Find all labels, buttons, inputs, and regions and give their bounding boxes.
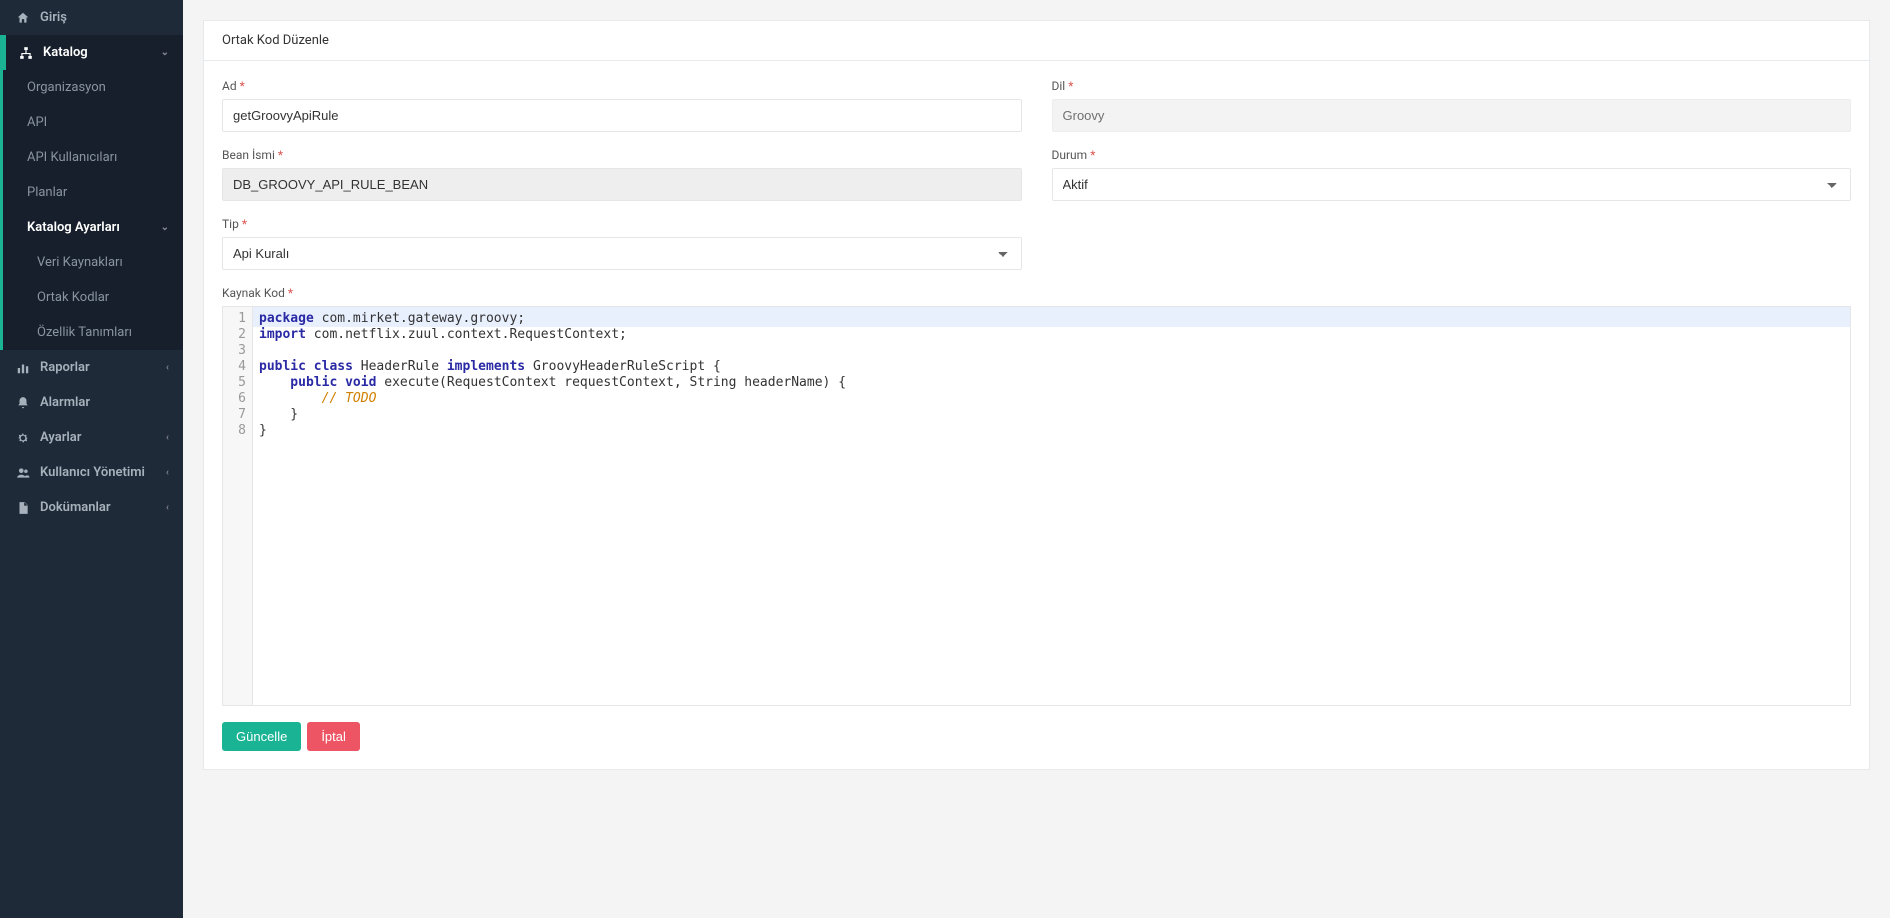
panel-title: Ortak Kod Düzenle [204, 21, 1869, 61]
sidebar-item-plans[interactable]: Planlar [3, 175, 183, 210]
nav-home-label: Giriş [40, 10, 67, 25]
lang-label: Dil * [1052, 79, 1852, 93]
lang-select: Groovy [1052, 99, 1852, 132]
edit-panel: Ortak Kod Düzenle Ad * Bean İsmi * [203, 20, 1870, 770]
type-label: Tip * [222, 217, 1022, 231]
chevron-down-icon: ⌄ [161, 47, 169, 58]
status-label: Durum * [1052, 148, 1852, 162]
nav-settings-label: Ayarlar [40, 430, 81, 445]
chevron-left-icon: ‹ [166, 362, 169, 373]
name-label: Ad * [222, 79, 1022, 93]
nav-katalog-label: Katalog [43, 45, 88, 60]
home-icon [14, 11, 32, 25]
nav-user-management[interactable]: Kullanıcı Yönetimi ‹ [0, 455, 183, 490]
main-content: Ortak Kod Düzenle Ad * Bean İsmi * [183, 0, 1890, 918]
file-icon [14, 501, 32, 515]
nav-alarms[interactable]: Alarmlar [0, 385, 183, 420]
code-content[interactable]: package com.mirket.gateway.groovy;import… [253, 307, 1850, 705]
nav-settings[interactable]: Ayarlar ‹ [0, 420, 183, 455]
catalog-settings-label: Katalog Ayarları [27, 220, 120, 235]
chevron-left-icon: ‹ [166, 467, 169, 478]
bean-input [222, 168, 1022, 201]
nav-home[interactable]: Giriş [0, 0, 183, 35]
sidebar-item-organization[interactable]: Organizasyon [3, 70, 183, 105]
bell-icon [14, 396, 32, 410]
sidebar-item-api-users[interactable]: API Kullanıcıları [3, 140, 183, 175]
chevron-down-icon: ⌄ [161, 222, 169, 233]
sidebar-item-catalog-settings[interactable]: Katalog Ayarları ⌄ [3, 210, 183, 245]
users-icon [14, 466, 32, 480]
type-select[interactable]: Api Kuralı [222, 237, 1022, 270]
code-gutter: 12345678 [223, 307, 253, 705]
sidebar: Giriş Katalog ⌄ Organizasyon API API Kul… [0, 0, 183, 918]
source-label: Kaynak Kod * [222, 286, 1851, 300]
nav-user-mgmt-label: Kullanıcı Yönetimi [40, 465, 145, 480]
sitemap-icon [17, 46, 35, 60]
nav-documents[interactable]: Dokümanlar ‹ [0, 490, 183, 525]
sidebar-item-shared-codes[interactable]: Ortak Kodlar [3, 280, 183, 315]
cancel-button[interactable]: İptal [307, 722, 360, 751]
gear-icon [14, 431, 32, 445]
bean-label: Bean İsmi * [222, 148, 1022, 162]
nav-documents-label: Dokümanlar [40, 500, 111, 515]
nav-reports-label: Raporlar [40, 360, 90, 375]
sidebar-item-feature-defs[interactable]: Özellik Tanımları [3, 315, 183, 350]
nav-katalog-group: Katalog ⌄ Organizasyon API API Kullanıcı… [0, 35, 183, 350]
name-input[interactable] [222, 99, 1022, 132]
source-code-editor[interactable]: 12345678 package com.mirket.gateway.groo… [222, 306, 1851, 706]
chevron-left-icon: ‹ [166, 432, 169, 443]
chart-icon [14, 361, 32, 375]
status-select[interactable]: Aktif [1052, 168, 1852, 201]
nav-katalog[interactable]: Katalog ⌄ [3, 35, 183, 70]
sidebar-item-data-sources[interactable]: Veri Kaynakları [3, 245, 183, 280]
sidebar-item-api[interactable]: API [3, 105, 183, 140]
nav-reports[interactable]: Raporlar ‹ [0, 350, 183, 385]
update-button[interactable]: Güncelle [222, 722, 301, 751]
nav-alarms-label: Alarmlar [40, 395, 90, 410]
chevron-left-icon: ‹ [166, 502, 169, 513]
